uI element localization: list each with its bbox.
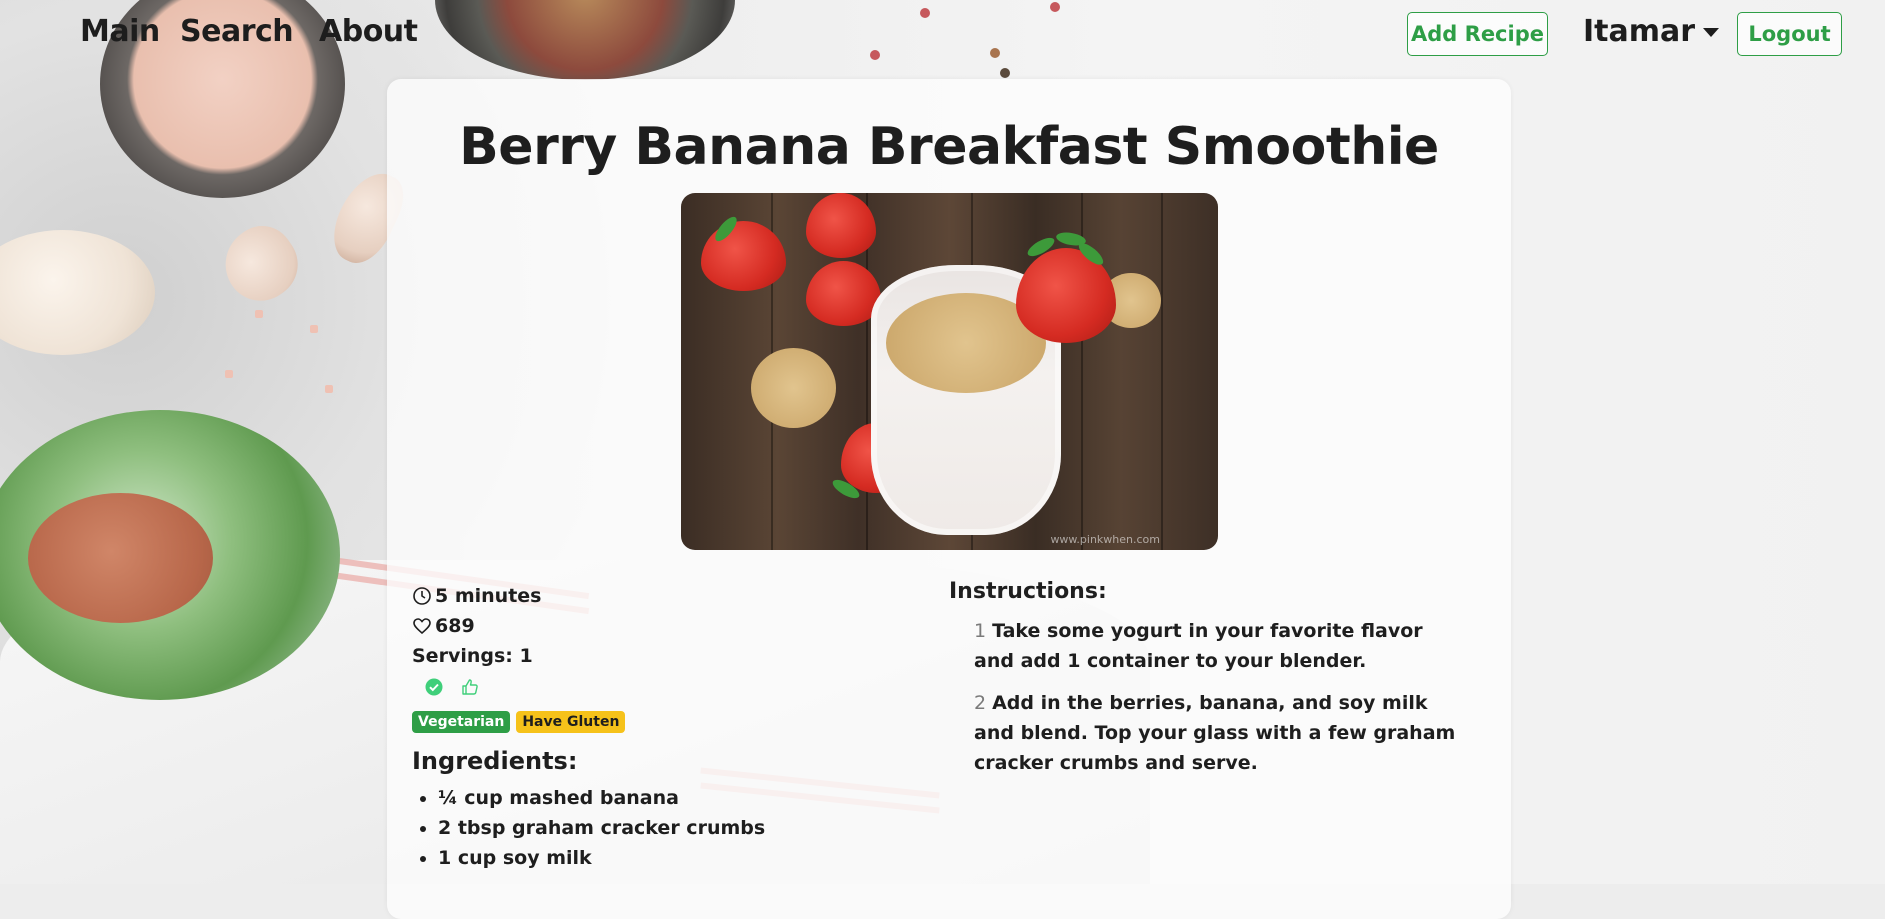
diet-badges: Vegetarian Have Gluten xyxy=(412,711,765,733)
instruction-step: 2 Add in the berries, banana, and soy mil… xyxy=(974,688,1469,778)
add-recipe-button[interactable]: Add Recipe xyxy=(1407,12,1548,56)
step-number: 2 xyxy=(974,692,987,714)
likes: 689 xyxy=(412,611,765,641)
ingredient-item: 2 tbsp graham cracker crumbs xyxy=(438,813,765,843)
user-name: Itamar xyxy=(1583,14,1696,49)
cork-decoration xyxy=(28,493,213,623)
ingredient-item: ¼ cup mashed banana xyxy=(438,783,765,813)
badge-gluten: Have Gluten xyxy=(516,711,626,733)
likes-count: 689 xyxy=(435,615,475,637)
ingredients-heading: Ingredients: xyxy=(412,747,578,775)
salt-crystal xyxy=(255,310,263,318)
garlic-clove-decoration xyxy=(210,213,312,315)
prep-time-value: 5 minutes xyxy=(435,585,542,607)
nav-link-about[interactable]: About xyxy=(319,14,418,49)
salt-crystal xyxy=(310,325,318,333)
instructions-section: Instructions: 1 Take some yogurt in your … xyxy=(949,579,1469,790)
recipe-details: 5 minutes 689 Servings: 1 Vegetarian Hav… xyxy=(412,581,765,873)
recipe-card: Berry Banana Breakfast Smoothie www.pink… xyxy=(387,79,1511,919)
image-watermark: www.pinkwhen.com xyxy=(1050,533,1160,546)
ingredients-list: ¼ cup mashed banana 2 tbsp graham cracke… xyxy=(412,783,765,873)
instructions-heading: Instructions: xyxy=(949,579,1107,604)
thumbs-up-icon[interactable] xyxy=(460,677,480,697)
check-circle-icon[interactable] xyxy=(424,677,444,697)
recipe-title: Berry Banana Breakfast Smoothie xyxy=(459,117,1439,177)
nav-link-main[interactable]: Main xyxy=(80,14,160,49)
clock-icon xyxy=(413,587,431,605)
ingredient-item: 1 cup soy milk xyxy=(438,843,765,873)
heart-icon[interactable] xyxy=(412,616,432,636)
garlic-decoration xyxy=(0,230,155,355)
badge-vegetarian: Vegetarian xyxy=(412,711,511,733)
prep-time: 5 minutes xyxy=(412,581,765,611)
servings: Servings: 1 xyxy=(412,645,533,667)
user-menu-dropdown[interactable]: Itamar xyxy=(1583,14,1720,49)
step-text: Add in the berries, banana, and soy milk… xyxy=(974,692,1456,774)
chevron-down-icon xyxy=(1703,28,1720,37)
salt-crystal xyxy=(225,370,233,378)
status-icons xyxy=(412,671,765,703)
salt-crystal xyxy=(325,385,333,393)
nav-link-search[interactable]: Search xyxy=(180,14,294,49)
navbar: Main Search About Add Recipe Itamar Logo… xyxy=(0,0,1885,70)
step-text: Take some yogurt in your favorite flavor… xyxy=(974,620,1423,672)
logout-button[interactable]: Logout xyxy=(1737,12,1842,56)
step-number: 1 xyxy=(974,620,987,642)
recipe-image: www.pinkwhen.com xyxy=(681,193,1218,550)
instruction-step: 1 Take some yogurt in your favorite flavo… xyxy=(974,616,1469,676)
